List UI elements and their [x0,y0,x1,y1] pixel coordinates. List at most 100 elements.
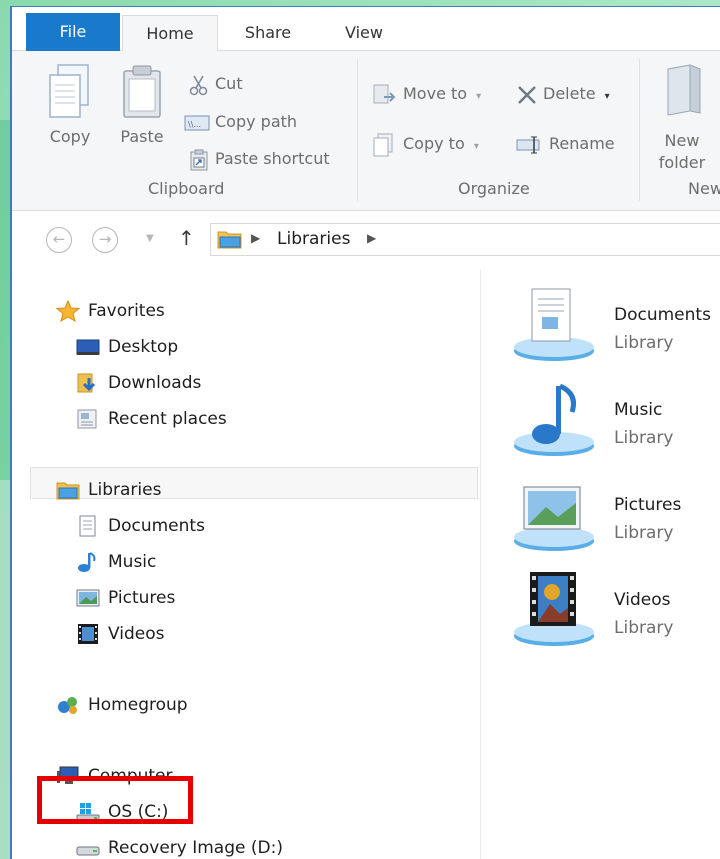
nav-item-recovery-drive[interactable]: Recovery Image (D:) [76,832,283,859]
organize-group-label: Organize [458,179,530,198]
copy-path-label: Copy path [215,112,298,131]
library-name: Pictures [614,495,682,515]
new-folder-button[interactable]: New folder [652,63,712,172]
ribbon-tab-bar: File Home Share View [12,7,720,52]
new-folder-label-line2: folder [658,153,706,172]
copy-to-icon [373,133,393,156]
nav-item-desktop[interactable]: Desktop [76,331,178,363]
music-library-icon [514,383,594,456]
breadcrumb-libraries[interactable]: Libraries [277,229,350,249]
tab-share[interactable]: Share [222,15,314,51]
address-bar[interactable]: ▶ Libraries ▶ [210,223,720,256]
paste-shortcut-button[interactable]: Paste shortcut [188,144,330,174]
library-type: Library [614,333,674,353]
new-folder-label-line1: New [664,131,700,150]
nav-label: Desktop [108,337,179,357]
up-arrow-icon: ↑ [178,226,195,250]
delete-x-icon [518,85,536,104]
nav-item-favorites[interactable]: Favorites [55,295,165,327]
svg-text:\\...: \\... [188,120,201,129]
library-item-pictures[interactable]: Pictures Library [512,473,720,563]
copy-icon [49,64,89,118]
copy-path-button[interactable]: \\... Copy path [184,107,297,137]
nav-item-documents[interactable]: Documents [76,510,205,542]
delete-button[interactable]: Delete ▾ [516,79,610,109]
forward-button[interactable]: → [92,227,118,253]
rename-icon [516,136,540,153]
nav-label: Pictures [108,588,176,608]
cut-button[interactable]: Cut [188,69,243,99]
clipboard-group-label: Clipboard [148,179,225,198]
desktop-icon [76,336,100,358]
pictures-library-icon [514,486,594,551]
recent-places-icon [76,408,100,430]
new-group-label: New [688,179,720,198]
move-to-icon [373,84,396,103]
nav-label: Favorites [88,301,165,321]
homegroup-icon [56,694,80,716]
libraries-icon [56,479,80,501]
forward-arrow-icon: → [98,230,112,248]
paste-button[interactable]: Paste [112,63,172,163]
nav-item-recent-places[interactable]: Recent places [76,403,227,435]
nav-item-music[interactable]: Music [76,546,156,578]
file-explorer-window: File Home Share View Copy Paste Cut \\..… [10,6,720,859]
copy-button[interactable]: Copy [40,63,100,163]
tab-file[interactable]: File [26,13,120,51]
nav-item-videos[interactable]: Videos [76,618,165,650]
move-to-label: Move to [403,84,468,103]
recent-locations-dropdown[interactable]: ▼ [146,233,154,244]
copy-to-button[interactable]: Copy to ▾ [372,129,479,159]
drive-icon [76,837,100,859]
copy-to-dropdown-arrow: ▾ [473,141,479,152]
navigation-bar: ← → ▼ ↑ ▶ Libraries ▶ [12,212,720,266]
documents-library-icon [514,288,594,361]
content-pane: Documents Library Music Library Pictures… [482,269,720,859]
pane-splitter[interactable] [480,269,481,859]
music-note-icon [76,551,100,573]
library-name: Videos [614,590,671,610]
breadcrumb-chevron-icon[interactable]: ▶ [251,231,260,245]
pictures-icon [76,587,100,609]
delete-dropdown-arrow: ▾ [604,91,610,102]
videos-icon [76,623,100,645]
move-to-button[interactable]: Move to ▾ [372,79,481,109]
breadcrumb-chevron-icon[interactable]: ▶ [367,231,376,245]
nav-item-libraries[interactable]: Libraries [56,474,161,506]
nav-item-downloads[interactable]: Downloads [76,367,201,399]
ribbon-separator [357,59,358,201]
videos-library-icon [514,572,594,646]
rename-button[interactable]: Rename [516,129,615,159]
nav-label: Music [108,552,157,572]
back-button[interactable]: ← [46,227,72,253]
copy-path-icon: \\... [184,115,210,130]
delete-label: Delete [543,84,596,103]
paste-label: Paste [120,127,164,146]
library-type: Library [614,618,674,638]
documents-icon [76,515,100,537]
library-item-documents[interactable]: Documents Library [512,283,720,373]
nav-item-pictures[interactable]: Pictures [76,582,175,614]
paste-shortcut-label: Paste shortcut [215,149,330,168]
library-type: Library [614,523,674,543]
paste-icon [123,65,161,118]
nav-label: Recent places [108,409,227,429]
library-item-videos[interactable]: Videos Library [512,568,720,658]
nav-label: Videos [108,624,165,644]
downloads-icon [76,372,100,394]
paste-shortcut-icon [190,149,208,170]
new-folder-icon [667,64,701,116]
ribbon-separator [639,59,640,201]
navigation-pane: Favorites Desktop Downloads Recent place… [12,269,480,859]
nav-label: Libraries [88,480,162,500]
star-icon [55,299,81,323]
tab-home[interactable]: Home [122,15,218,52]
up-button[interactable]: ↑ [178,226,195,250]
nav-item-homegroup[interactable]: Homegroup [56,689,188,721]
libraries-folder-icon [217,231,242,249]
library-item-music[interactable]: Music Library [512,378,720,468]
tab-view[interactable]: View [322,15,406,51]
back-arrow-icon: ← [52,230,66,248]
nav-label: Homegroup [88,695,188,715]
library-type: Library [614,428,674,448]
